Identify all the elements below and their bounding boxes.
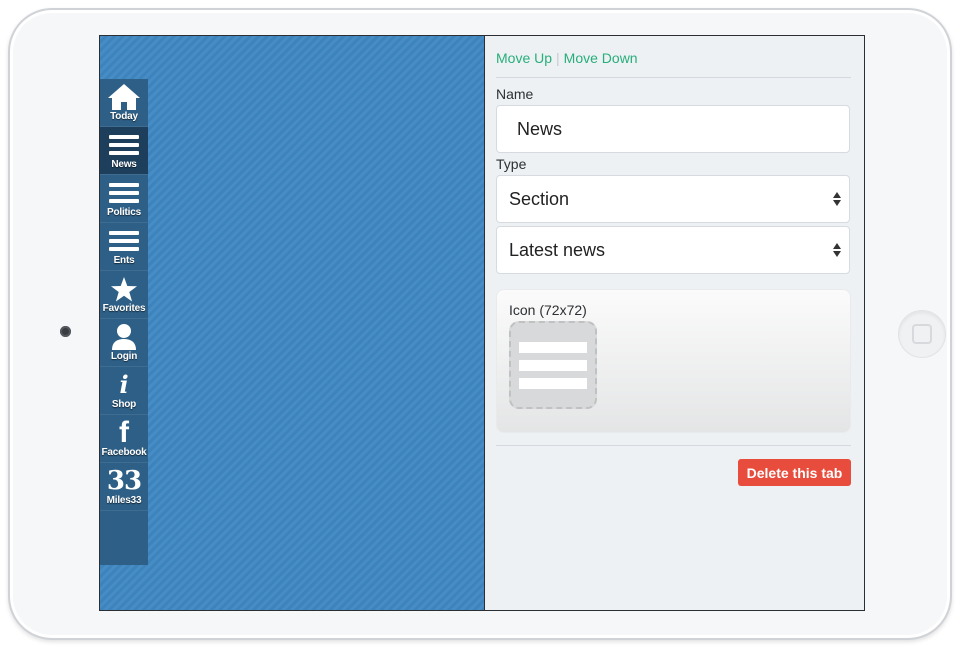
tab-label: News [111,159,137,170]
list-icon [109,179,139,207]
type-select-value: Section [509,188,570,209]
list-icon-bar [519,377,587,389]
name-input[interactable]: News [496,105,850,153]
user-icon [111,323,137,351]
divider [496,445,851,446]
tab-favorites[interactable]: Favorites [100,271,148,319]
select-arrows-icon [833,192,841,206]
type-select[interactable]: Section [496,175,850,223]
tab-label: Login [110,351,138,362]
app-preview: Today News Politics Ents Favorites Login… [100,36,485,610]
facebook-icon: f [119,416,129,449]
list-icon-bar [519,359,587,371]
list-icon-bar [519,341,587,353]
tab-login[interactable]: Login [100,319,148,367]
list-icon [109,131,139,159]
tab-label: Facebook [101,447,147,458]
name-label: Name [496,86,534,102]
tab-label: Politics [107,207,141,218]
section-select-value: Latest news [509,239,606,260]
tab-shop[interactable]: i Shop [100,367,148,415]
home-button[interactable] [898,310,946,358]
home-button-square-icon [912,324,932,344]
tab-bar: Today News Politics Ents Favorites Login… [100,79,148,565]
tab-label: Favorites [102,303,146,314]
tab-news[interactable]: News [100,127,148,175]
divider [496,77,851,78]
type-label: Type [496,156,527,172]
icon-upload-area[interactable] [509,321,597,409]
home-icon [107,83,141,111]
info-icon: i [119,370,129,399]
move-down-link[interactable]: Move Down [564,50,638,66]
move-separator: | [556,50,560,66]
camera-icon [60,326,71,337]
tab-label: Ents [113,255,135,266]
select-arrows-icon [833,243,841,257]
move-up-link[interactable]: Move Up [496,50,552,66]
tab-miles33[interactable]: 33 Miles33 [100,463,148,511]
list-icon [109,227,139,255]
tab-ents[interactable]: Ents [100,223,148,271]
tab-label: Today [110,111,138,122]
move-controls: Move Up | Move Down [496,50,638,66]
icon-panel: Icon (72x72) [496,289,851,433]
miles33-logo-icon: 33 [106,466,142,496]
tab-editor-panel: Move Up | Move Down Name News Type Section… [484,36,864,610]
icon-label: Icon (72x72) [509,302,587,318]
tab-politics[interactable]: Politics [100,175,148,223]
section-select[interactable]: Latest news [496,226,850,274]
name-input-value: News [517,118,563,139]
tab-label: Miles33 [106,495,142,506]
screen: Today News Politics Ents Favorites Login… [99,35,865,611]
tab-today[interactable]: Today [100,79,148,127]
tab-facebook[interactable]: f Facebook [100,415,148,463]
tab-label: Shop [111,399,137,410]
delete-tab-button[interactable]: Delete this tab [738,459,851,486]
star-icon [110,275,138,303]
